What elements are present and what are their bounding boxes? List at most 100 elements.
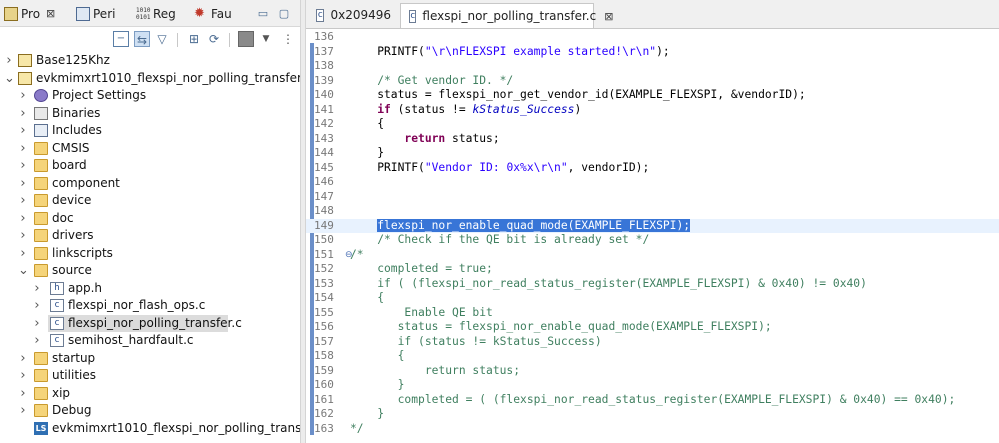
c-file-icon: c — [50, 299, 64, 312]
chevron-down-icon[interactable]: ⌄ — [18, 262, 29, 279]
tree-item[interactable]: › c semihost_hardfault.c — [0, 332, 300, 349]
folder-icon — [34, 176, 48, 190]
tree-item[interactable]: › xip — [0, 385, 300, 402]
tree-item[interactable]: › doc — [0, 210, 300, 227]
chevron-right-icon[interactable]: › — [32, 280, 42, 297]
line-number: 154 — [314, 291, 334, 304]
folder-icon — [34, 229, 48, 242]
tree-item[interactable]: › drivers — [0, 227, 300, 244]
tree-item[interactable]: › Binaries — [0, 105, 300, 122]
chevron-right-icon[interactable]: › — [18, 105, 28, 122]
project-icon — [18, 71, 32, 85]
tree-item[interactable]: › startup — [0, 350, 300, 367]
line-number: 143 — [314, 131, 334, 145]
project-explorer-panel: Pro ⊠ Peri 10100101 Reg ✹ Fau ▭ ▢ − ⇆ ▽ — [0, 0, 300, 443]
tab-disassembly[interactable]: c 0x209496 — [308, 3, 399, 28]
view-menu-icon[interactable]: ⋮ — [280, 31, 296, 47]
chevron-right-icon[interactable]: › — [32, 297, 42, 314]
chevron-right-icon[interactable]: › — [18, 122, 28, 139]
minimize-icon[interactable]: ▭ — [255, 6, 271, 22]
line-number: 137 — [314, 44, 334, 58]
folder-icon — [34, 211, 48, 225]
chevron-right-icon[interactable]: › — [18, 402, 28, 419]
tree-item[interactable]: › CMSIS — [0, 140, 300, 157]
chevron-down-icon[interactable]: ▼ — [258, 31, 274, 47]
c-file-icon: c — [316, 9, 325, 22]
folder-icon — [34, 386, 48, 400]
code-line: PRINTF("\r\nFLEXSPI example started!\r\n… — [350, 44, 670, 58]
tab-label: 0x209496 — [330, 8, 391, 22]
tree-item[interactable]: › c flexspi_nor_polling_transfer.c — [34, 314, 242, 332]
left-tab-bar: Pro ⊠ Peri 1010 0101 Reg ✹ Fau ▭ ▢ — [0, 0, 300, 27]
maximize-icon[interactable]: ▢ — [276, 6, 292, 22]
line-number: 156 — [314, 320, 334, 333]
line-number: 157 — [314, 334, 334, 348]
sync-icon[interactable]: ⟳ — [206, 31, 222, 47]
tree-item[interactable]: › board — [0, 157, 300, 174]
code-line: } — [350, 378, 405, 391]
tab-registers[interactable]: 1010 0101 Reg — [136, 4, 176, 24]
grid-icon[interactable]: ⊞ — [186, 31, 202, 47]
fault-icon: ✹ — [194, 6, 205, 21]
editor-tab-bar: c 0x209496 c flexspi_nor_polling_transfe… — [306, 0, 999, 29]
tree-item-label: doc — [52, 210, 74, 225]
chevron-right-icon[interactable]: › — [18, 227, 28, 244]
chevron-right-icon[interactable]: › — [32, 332, 42, 349]
chevron-down-icon[interactable]: ⌄ — [4, 70, 15, 87]
chevron-right-icon[interactable]: › — [18, 192, 28, 209]
collapse-all-icon[interactable]: − — [113, 31, 129, 47]
tree-item-label: component — [52, 175, 120, 190]
folder-icon — [34, 141, 48, 155]
chevron-right-icon[interactable]: › — [32, 315, 42, 332]
tree-item[interactable]: › Project Settings — [0, 87, 300, 104]
tree-item[interactable]: › utilities — [0, 367, 300, 384]
tab-peripherals[interactable]: Peri — [76, 4, 115, 24]
tree-item-label: Includes — [52, 123, 102, 137]
tree-item[interactable]: › device — [0, 192, 300, 209]
tree-item[interactable]: › component — [0, 175, 300, 192]
close-icon[interactable]: ⊠ — [46, 4, 55, 24]
tree-item[interactable]: › linkscripts — [0, 245, 300, 262]
filter-icon[interactable]: ▽ — [154, 31, 170, 47]
c-file-icon: c — [409, 9, 417, 23]
tree-item[interactable]: LS evkmimxrt1010_flexspi_nor_polling_tran… — [0, 420, 300, 437]
close-icon[interactable]: ⊠ — [604, 5, 613, 28]
folder-icon — [34, 194, 48, 207]
link-with-editor-icon[interactable]: ⇆ — [134, 31, 150, 47]
line-number: 139 — [314, 73, 334, 87]
code-line: flexspi_nor_enable_quad_mode(EXAMPLE_FLE… — [377, 218, 691, 232]
tab-label: Fau — [211, 7, 232, 21]
chevron-right-icon[interactable]: › — [18, 350, 28, 367]
tree-item[interactable]: › Debug — [0, 402, 300, 419]
tab-faults[interactable]: ✹ Fau — [194, 4, 232, 24]
code-line: completed = true; — [350, 262, 493, 275]
tab-flexspi-nor-polling-transfer[interactable]: c flexspi_nor_polling_transfer.c ⊠ — [400, 3, 613, 28]
chevron-right-icon[interactable]: › — [4, 52, 14, 69]
code-line: if ( (flexspi_nor_read_status_register(E… — [350, 276, 867, 290]
code-line: return status; — [350, 363, 521, 377]
tree-item[interactable]: › Includes — [0, 122, 300, 139]
line-number: 140 — [314, 88, 334, 101]
stop-icon[interactable] — [238, 31, 254, 47]
c-file-icon: c — [50, 316, 64, 330]
tree-item-label: Debug — [52, 403, 92, 417]
chevron-right-icon[interactable]: › — [18, 87, 28, 104]
code-view[interactable]: 136 137 PRINTF("\r\nFLEXSPI example start… — [306, 29, 999, 443]
line-number: 159 — [314, 363, 334, 377]
chevron-right-icon[interactable]: › — [18, 175, 28, 192]
chevron-right-icon[interactable]: › — [18, 385, 28, 402]
tree-item[interactable]: › h app.h — [0, 280, 300, 297]
tree-item[interactable]: › c flexspi_nor_flash_ops.c — [0, 297, 300, 314]
project-explorer-icon — [4, 7, 18, 21]
tab-project-explorer[interactable]: Pro ⊠ — [4, 4, 55, 24]
chevron-right-icon[interactable]: › — [18, 245, 28, 262]
tree-item[interactable]: ⌄ evkmimxrt1010_flexspi_nor_polling_trans… — [0, 70, 300, 87]
chevron-right-icon[interactable]: › — [18, 157, 28, 174]
chevron-right-icon[interactable]: › — [18, 367, 28, 384]
chevron-right-icon[interactable]: › — [18, 210, 28, 227]
tree-item-label: board — [52, 158, 87, 172]
chevron-right-icon[interactable]: › — [18, 140, 28, 157]
tree-item[interactable]: ⌄ source — [0, 262, 300, 279]
tree-item[interactable]: › Base125Khz — [0, 52, 300, 69]
tree-item-label: linkscripts — [52, 245, 113, 260]
